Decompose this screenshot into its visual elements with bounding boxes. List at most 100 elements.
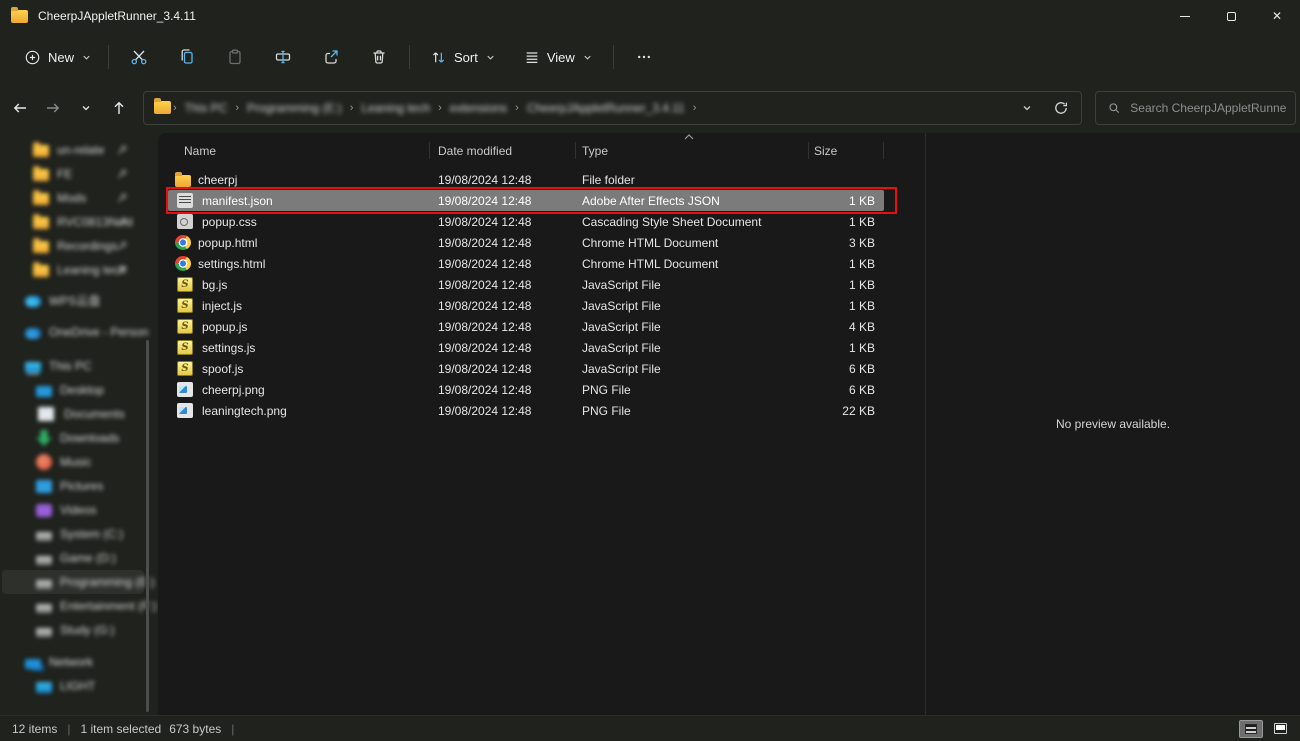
sidebar-item-entertainment-f[interactable]: Entertainment (F:)	[2, 594, 144, 618]
search-input[interactable]	[1130, 101, 1287, 115]
column-header-name[interactable]: Name	[168, 142, 430, 159]
file-row-cheerpj-png[interactable]: cheerpj.png 19/08/2024 12:48 PNG File 6 …	[168, 379, 884, 400]
forward-button[interactable]	[36, 92, 69, 124]
minimize-button[interactable]	[1162, 0, 1208, 32]
sidebar-item-this-pc[interactable]: This PC	[2, 354, 144, 378]
address-bar[interactable]: › This PC›Programming (E:)›Leaning tech›…	[143, 91, 1082, 125]
new-button[interactable]: New	[14, 43, 102, 72]
sidebar-item-wps[interactable]: WPS云盘	[2, 288, 144, 312]
sidebar-section-wps: WPS云盘	[0, 288, 158, 312]
breadcrumb-item-this-pc[interactable]: This PC	[179, 98, 234, 118]
breadcrumb-item-programming-e[interactable]: Programming (E:)	[241, 98, 348, 118]
search-box[interactable]	[1095, 91, 1296, 125]
file-row-bg-js[interactable]: bg.js 19/08/2024 12:48 JavaScript File 1…	[168, 274, 884, 295]
sidebar-item-music[interactable]: Music	[2, 450, 144, 474]
sidebar-item-onedrive-person[interactable]: OneDrive - Person	[2, 320, 144, 344]
address-dropdown-button[interactable]	[1013, 94, 1041, 122]
sidebar-item-documents[interactable]: Documents	[2, 402, 144, 426]
drive-icon	[36, 628, 52, 637]
sidebar-item-label: LIGHT	[60, 679, 95, 693]
file-date-modified: 19/08/2024 12:48	[430, 236, 576, 250]
column-header-size[interactable]: Size	[809, 142, 884, 159]
file-explorer-window: CheerpJAppletRunner_3.4.11 ✕ New	[0, 0, 1300, 741]
file-size: 1 KB	[809, 194, 884, 208]
sidebar-scrollbar[interactable]	[146, 340, 149, 712]
refresh-button[interactable]	[1047, 94, 1075, 122]
sidebar-item-videos[interactable]: Videos	[2, 498, 144, 522]
back-icon	[12, 100, 28, 116]
column-header-type[interactable]: Type	[576, 142, 809, 159]
sidebar-item-light[interactable]: LIGHT	[2, 674, 144, 698]
sidebar-item-fe[interactable]: FE	[2, 162, 144, 186]
file-date-modified: 19/08/2024 12:48	[430, 299, 576, 313]
breadcrumb-item-cheerpjappletrunner-3-4-11[interactable]: CheerpJAppletRunner_3.4.11	[521, 98, 691, 118]
png-file-icon	[177, 403, 193, 418]
sidebar-item-pictures[interactable]: Pictures	[2, 474, 144, 498]
png-file-icon	[177, 382, 193, 397]
sidebar-item-recordings[interactable]: Recordings	[2, 234, 144, 258]
sidebar-item-network[interactable]: Network	[2, 650, 144, 674]
copy-button[interactable]	[167, 39, 207, 75]
file-row-manifest-json[interactable]: manifest.json 19/08/2024 12:48 Adobe Aft…	[168, 190, 884, 211]
sidebar-item-desktop[interactable]: Desktop	[2, 378, 144, 402]
close-icon: ✕	[1272, 10, 1282, 22]
sidebar-item-label: Recordings	[57, 239, 118, 253]
sidebar-item-rvc0813nvid[interactable]: RVC0813Nvid	[2, 210, 144, 234]
recent-locations-button[interactable]	[69, 92, 102, 124]
file-name: popup.js	[202, 320, 247, 334]
back-button[interactable]	[3, 92, 36, 124]
file-row-cheerpj[interactable]: cheerpj 19/08/2024 12:48 File folder	[168, 169, 884, 190]
rename-button[interactable]	[263, 39, 303, 75]
drive-icon	[36, 556, 52, 565]
file-row-leaningtech-png[interactable]: leaningtech.png 19/08/2024 12:48 PNG Fil…	[168, 400, 884, 421]
paste-button[interactable]	[215, 39, 255, 75]
breadcrumb-separator: ›	[233, 102, 241, 114]
network-icon	[25, 659, 41, 669]
cut-button[interactable]	[119, 39, 159, 75]
sort-button[interactable]: Sort	[420, 43, 506, 72]
see-more-button[interactable]	[624, 39, 664, 75]
delete-button[interactable]	[359, 39, 399, 75]
sidebar-item-game-d[interactable]: Game (D:)	[2, 546, 144, 570]
chrome-file-icon	[175, 235, 191, 250]
close-button[interactable]: ✕	[1254, 0, 1300, 32]
view-button[interactable]: View	[514, 43, 603, 71]
file-row-spoof-js[interactable]: spoof.js 19/08/2024 12:48 JavaScript Fil…	[168, 358, 884, 379]
pin-icon	[116, 240, 128, 252]
status-separator: |	[231, 722, 234, 736]
sidebar-item-leaning-tech[interactable]: Leaning tech	[2, 258, 144, 282]
file-type: JavaScript File	[576, 341, 809, 355]
breadcrumb-item-extensions[interactable]: extensions	[444, 98, 513, 118]
folder-file-icon	[175, 175, 191, 187]
documents-icon	[38, 407, 54, 421]
column-header-date-modified[interactable]: Date modified	[430, 142, 576, 159]
sidebar-item-study-g[interactable]: Study (G:)	[2, 618, 144, 642]
trash-icon	[370, 48, 388, 66]
large-icons-view-toggle[interactable]	[1268, 720, 1292, 738]
large-icons-view-icon	[1274, 723, 1287, 734]
details-view-toggle[interactable]	[1239, 720, 1263, 738]
file-row-inject-js[interactable]: inject.js 19/08/2024 12:48 JavaScript Fi…	[168, 295, 884, 316]
share-button[interactable]	[311, 39, 351, 75]
sidebar-item-system-c[interactable]: System (C:)	[2, 522, 144, 546]
file-row-popup-css[interactable]: popup.css 19/08/2024 12:48 Cascading Sty…	[168, 211, 884, 232]
sidebar-section-network: Network LIGHT	[0, 650, 158, 698]
chevron-down-icon	[80, 102, 92, 114]
file-date-modified: 19/08/2024 12:48	[430, 341, 576, 355]
file-row-popup-html[interactable]: popup.html 19/08/2024 12:48 Chrome HTML …	[168, 232, 884, 253]
file-row-settings-html[interactable]: settings.html 19/08/2024 12:48 Chrome HT…	[168, 253, 884, 274]
file-name: bg.js	[202, 278, 227, 292]
file-size: 1 KB	[809, 278, 884, 292]
file-row-popup-js[interactable]: popup.js 19/08/2024 12:48 JavaScript Fil…	[168, 316, 884, 337]
sidebar-item-label: Game (D:)	[60, 551, 116, 565]
sidebar-item-downloads[interactable]: Downloads	[2, 426, 144, 450]
sidebar-item-label: Documents	[64, 407, 125, 421]
sidebar-item-mods[interactable]: Mods	[2, 186, 144, 210]
preview-empty-message: No preview available.	[1056, 417, 1170, 431]
sidebar-item-programming-e[interactable]: Programming (E:)	[2, 570, 144, 594]
up-button[interactable]	[102, 92, 135, 124]
file-row-settings-js[interactable]: settings.js 19/08/2024 12:48 JavaScript …	[168, 337, 884, 358]
breadcrumb-item-leaning-tech[interactable]: Leaning tech	[355, 98, 436, 118]
sidebar-item-un-relate[interactable]: un-relate	[2, 138, 144, 162]
maximize-button[interactable]	[1208, 0, 1254, 32]
